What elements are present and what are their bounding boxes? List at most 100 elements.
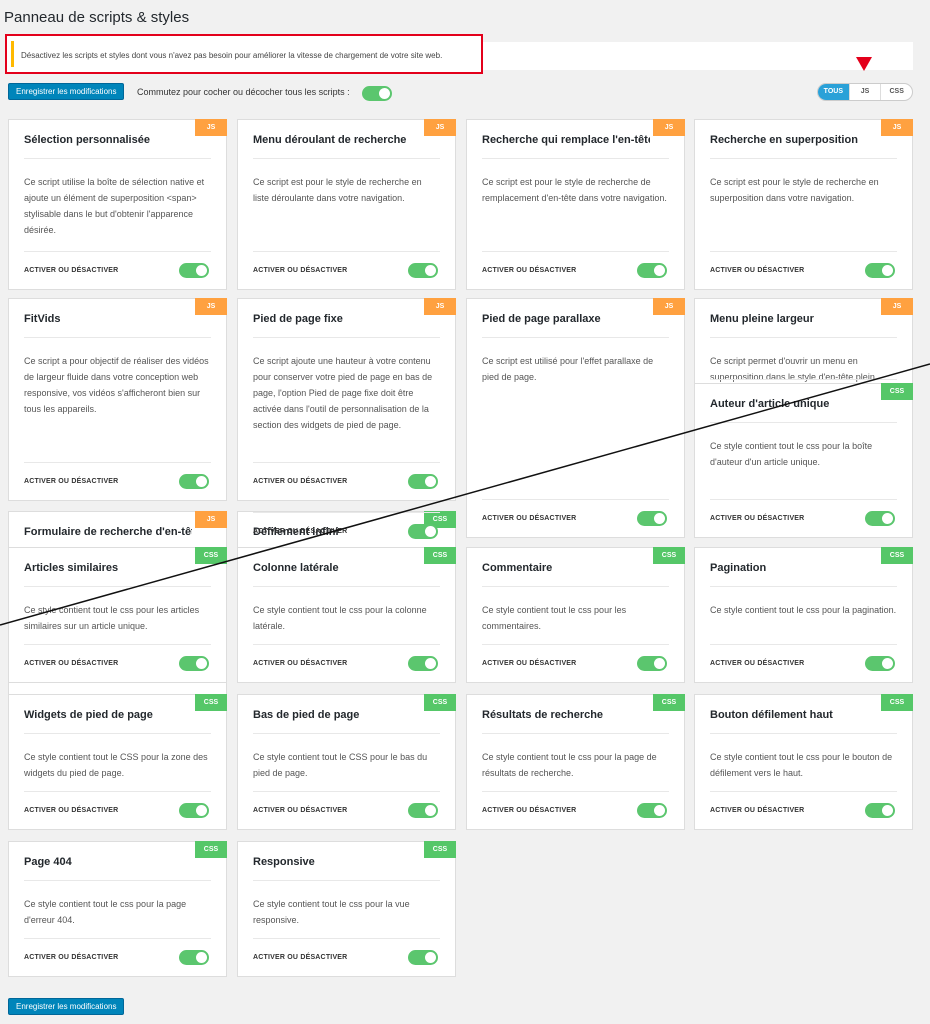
- activate-toggle[interactable]: [865, 511, 895, 526]
- activate-label: ACTIVER OU DÉSACTIVER: [24, 954, 119, 961]
- activate-toggle[interactable]: [408, 263, 438, 278]
- card-recherche-en-superposition: JS Recherche en superposition Ce script es…: [694, 119, 913, 290]
- activate-toggle[interactable]: [865, 803, 895, 818]
- card-title: Articles similaires: [24, 562, 119, 574]
- card-description: Ce style contient tout le CSS pour la zo…: [24, 752, 208, 778]
- save-changes-button-top[interactable]: Enregistrer les modifications: [8, 83, 125, 100]
- activate-toggle[interactable]: [637, 803, 667, 818]
- activate-label: ACTIVER OU DÉSACTIVER: [253, 478, 348, 485]
- activate-toggle[interactable]: [637, 263, 667, 278]
- activate-toggle[interactable]: [408, 474, 438, 489]
- card-description: Ce script est pour le style de recherche…: [253, 177, 422, 203]
- footer-divider: [24, 938, 211, 939]
- filter-js-button[interactable]: JS: [848, 84, 881, 100]
- type-badge: CSS: [653, 547, 685, 564]
- notice-text: Désactivez les scripts et styles dont vo…: [21, 51, 443, 60]
- card-commentaire: CSS Commentaire Ce style contient tout le …: [466, 547, 685, 683]
- card-title: Menu pleine largeur: [710, 313, 814, 325]
- title-divider: [482, 733, 669, 734]
- footer-divider: [253, 462, 440, 463]
- card-title: Recherche en superposition: [710, 134, 858, 146]
- card-description: Ce style contient tout le css pour la bo…: [710, 441, 873, 467]
- card-bas-de-pied-de-page: CSS Bas de pied de page Ce style contient …: [237, 694, 456, 830]
- card-pied-de-page-fixe: JS Pied de page fixe Ce script ajoute une …: [237, 298, 456, 501]
- toggle-all-switch[interactable]: [362, 86, 392, 101]
- activate-toggle[interactable]: [179, 803, 209, 818]
- title-divider: [24, 880, 211, 881]
- card-description: Ce style contient tout le css pour la vu…: [253, 899, 410, 925]
- footer-divider: [710, 379, 897, 380]
- activate-toggle[interactable]: [179, 474, 209, 489]
- type-badge: JS: [653, 119, 685, 136]
- filter-css-button[interactable]: CSS: [880, 84, 912, 100]
- footer-divider: [253, 791, 440, 792]
- toggle-all-label: Commutez pour cocher ou décocher tous le…: [137, 87, 350, 97]
- footer-divider: [710, 644, 897, 645]
- card-title: Pied de page parallaxe: [482, 313, 601, 325]
- footer-divider: [253, 251, 440, 252]
- type-badge: JS: [653, 298, 685, 315]
- activate-label: ACTIVER OU DÉSACTIVER: [482, 660, 577, 667]
- save-changes-button-bottom[interactable]: Enregistrer les modifications: [8, 998, 125, 1015]
- activate-toggle[interactable]: [865, 263, 895, 278]
- notice-accent-bar: [11, 41, 14, 67]
- activate-toggle[interactable]: [408, 950, 438, 965]
- title-divider: [710, 733, 897, 734]
- activate-label: ACTIVER OU DÉSACTIVER: [24, 660, 119, 667]
- footer-divider: [710, 791, 897, 792]
- type-badge: JS: [195, 511, 227, 528]
- activate-toggle[interactable]: [408, 524, 438, 539]
- title-divider: [24, 586, 211, 587]
- title-divider: [710, 586, 897, 587]
- footer-divider: [482, 791, 669, 792]
- footer-divider: [482, 499, 669, 500]
- card-description: Ce script est pour le style de recherche…: [482, 177, 667, 203]
- red-arrow-annotation-icon: [856, 57, 872, 71]
- footer-divider: [24, 462, 211, 463]
- type-badge: CSS: [195, 547, 227, 564]
- title-divider: [253, 733, 440, 734]
- activate-toggle[interactable]: [637, 511, 667, 526]
- title-divider: [253, 158, 440, 159]
- type-badge: CSS: [653, 694, 685, 711]
- card-title: Bas de pied de page: [253, 709, 360, 721]
- card-title: Page 404: [24, 856, 72, 868]
- footer-divider: [482, 251, 669, 252]
- type-badge: CSS: [195, 841, 227, 858]
- type-filter: TOUS JS CSS: [817, 83, 913, 101]
- title-divider: [710, 337, 897, 338]
- card-pagination: CSS Pagination Ce style contient tout le c…: [694, 547, 913, 683]
- activate-toggle[interactable]: [865, 656, 895, 671]
- card-title: Bouton défilement haut: [710, 709, 833, 721]
- title-divider: [482, 158, 669, 159]
- activate-toggle[interactable]: [179, 950, 209, 965]
- title-divider: [24, 733, 211, 734]
- card-description: Ce style contient tout le css pour la pa…: [24, 899, 187, 925]
- card-recherche-qui-remplace-l-en-tete: JS Recherche qui remplace l'en-tête Ce scr…: [466, 119, 685, 290]
- notice-background: [483, 42, 913, 70]
- card-title: Pagination: [710, 562, 767, 574]
- card-defilement-infini: CSS Défilement infini ACTIVER OU DÉSACTIVE…: [237, 511, 456, 551]
- type-badge: JS: [424, 119, 456, 136]
- activate-label: ACTIVER OU DÉSACTIVER: [253, 807, 348, 814]
- card-responsive: CSS Responsive Ce style contient tout le c…: [237, 841, 456, 977]
- activate-label: ACTIVER OU DÉSACTIVER: [482, 807, 577, 814]
- activate-toggle[interactable]: [637, 656, 667, 671]
- activate-toggle[interactable]: [408, 656, 438, 671]
- filter-all-button[interactable]: TOUS: [818, 84, 849, 100]
- card-widgets-de-pied-de-page: CSS Widgets de pied de page Ce style conti…: [8, 694, 227, 830]
- activate-toggle[interactable]: [179, 656, 209, 671]
- card-title: FitVids: [24, 313, 61, 325]
- card-title: Recherche qui remplace l'en-tête: [482, 134, 650, 146]
- card-title: Menu déroulant de recherche: [253, 134, 407, 146]
- activate-label: ACTIVER OU DÉSACTIVER: [253, 267, 348, 274]
- card-description: Ce style contient tout le css pour la pa…: [710, 605, 897, 615]
- type-badge: JS: [424, 298, 456, 315]
- activate-toggle[interactable]: [408, 803, 438, 818]
- type-badge: CSS: [424, 547, 456, 564]
- card-description: Ce style contient tout le css pour le bo…: [710, 752, 893, 778]
- activate-toggle[interactable]: [179, 263, 209, 278]
- type-badge: CSS: [424, 694, 456, 711]
- type-badge: CSS: [424, 841, 456, 858]
- activate-label: ACTIVER OU DÉSACTIVER: [710, 267, 805, 274]
